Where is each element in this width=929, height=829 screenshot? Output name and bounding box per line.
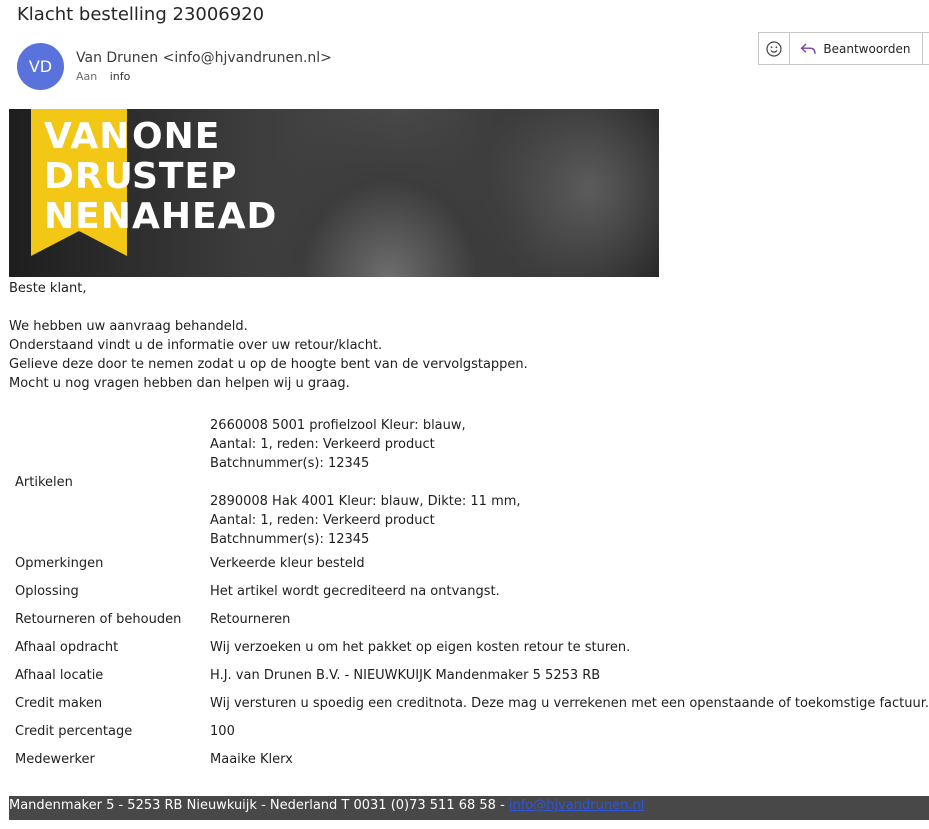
table-row: Afhaal locatie H.J. van Drunen B.V. - NI… <box>15 661 929 689</box>
body-paragraph: Mocht u nog vragen hebben dan helpen wij… <box>9 376 350 391</box>
row-label: Credit percentage <box>15 723 133 739</box>
row-value: Verkeerde kleur besteld <box>210 555 365 571</box>
row-label: Medewerker <box>15 751 95 767</box>
email-body-intro: Beste klant, We hebben uw aanvraag behan… <box>9 279 528 393</box>
header-banner-image: VAN DRU NEN ONE STEP AHEAD <box>9 109 659 277</box>
row-value: 100 <box>210 723 235 739</box>
row-value: Retourneren <box>210 611 291 627</box>
row-value: Wij verzoeken u om het pakket op eigen k… <box>210 639 631 655</box>
recipient-line: Aan info <box>76 70 130 83</box>
table-row-articles: Artikelen 2660008 5001 profielzool Kleur… <box>15 416 929 549</box>
body-paragraph: We hebben uw aanvraag behandeld. <box>9 319 248 334</box>
article-item: 2660008 5001 profielzool Kleur: blauw, A… <box>210 418 466 471</box>
table-row: Afhaal opdracht Wij verzoeken u om het p… <box>15 633 929 661</box>
row-label: Afhaal opdracht <box>15 639 119 655</box>
emoji-reaction-button[interactable] <box>759 33 791 64</box>
table-row: Credit percentage 100 <box>15 717 929 745</box>
recipient-value[interactable]: info <box>110 70 131 83</box>
sender-avatar[interactable]: VD <box>17 43 64 90</box>
table-row: Oplossing Het artikel wordt gecrediteerd… <box>15 577 929 605</box>
body-paragraph: Gelieve deze door te nemen zodat u op de… <box>9 357 528 372</box>
row-label: Artikelen <box>15 475 73 490</box>
row-label: Afhaal locatie <box>15 667 104 683</box>
message-action-bar: Beantwoorden <box>758 32 929 65</box>
smiley-icon <box>766 40 782 57</box>
row-value: Maaike Klerx <box>210 751 293 767</box>
row-label: Credit maken <box>15 695 103 711</box>
row-value: Het artikel wordt gecrediteerd na ontvan… <box>210 583 500 599</box>
reply-label: Beantwoorden <box>823 41 911 56</box>
table-row: Opmerkingen Verkeerde kleur besteld <box>15 549 929 577</box>
row-label: Opmerkingen <box>15 555 104 571</box>
logo-tagline: ONE STEP AHEAD <box>132 116 278 237</box>
row-value: 2660008 5001 profielzool Kleur: blauw, A… <box>210 416 929 549</box>
row-value: Wij versturen u spoedig een creditnota. … <box>210 695 929 711</box>
email-footer: Mandenmaker 5 - 5253 RB Nieuwkuijk - Ned… <box>9 796 929 820</box>
reply-arrow-icon <box>800 42 817 54</box>
logo-text-van-drunen: VAN DRU NEN <box>44 116 134 237</box>
row-label: Retourneren of behouden <box>15 611 182 627</box>
email-subject: Klacht bestelling 23006920 <box>17 4 265 25</box>
complaint-details-table: Artikelen 2660008 5001 profielzool Kleur… <box>15 416 929 773</box>
reply-button[interactable]: Beantwoorden <box>790 33 923 64</box>
greeting: Beste klant, <box>9 281 87 296</box>
row-label: Oplossing <box>15 583 79 599</box>
footer-address: Mandenmaker 5 - 5253 RB Nieuwkuijk - Ned… <box>9 798 509 813</box>
table-row: Retourneren of behouden Retourneren <box>15 605 929 633</box>
row-value: H.J. van Drunen B.V. - NIEUWKUIJK Manden… <box>210 667 601 683</box>
body-paragraph: Onderstaand vindt u de informatie over u… <box>9 338 383 353</box>
sender-name[interactable]: Van Drunen <info@hjvandrunen.nl> <box>76 50 332 66</box>
table-row: Credit maken Wij versturen u spoedig een… <box>15 689 929 717</box>
article-item: 2890008 Hak 4001 Kleur: blauw, Dikte: 11… <box>210 494 521 547</box>
recipient-label: Aan <box>76 70 98 83</box>
more-actions-button[interactable] <box>923 33 929 64</box>
footer-email-link[interactable]: info@hjvandrunen.nl <box>509 798 644 813</box>
table-row: Medewerker Maaike Klerx <box>15 745 929 773</box>
